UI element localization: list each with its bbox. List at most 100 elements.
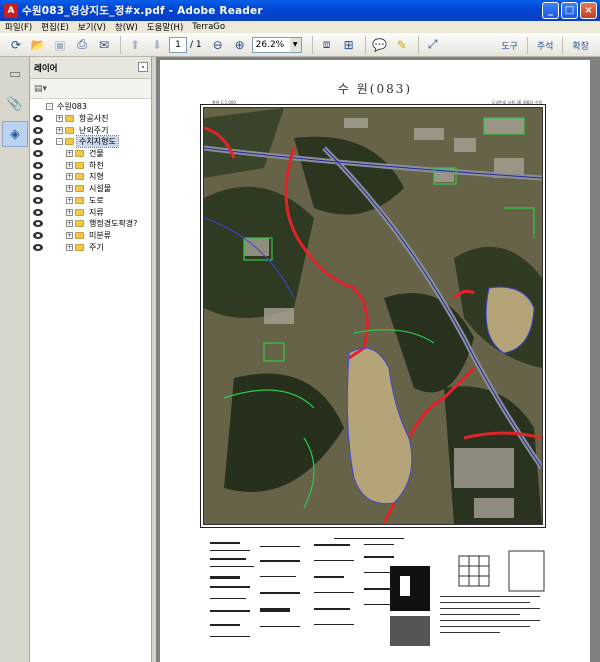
chevron-down-icon[interactable]: ▼ [289,37,301,52]
open-file-icon[interactable]: 📂 [28,35,48,55]
email-icon[interactable]: ✉ [94,35,114,55]
eye-icon[interactable] [33,115,43,123]
eye-icon[interactable] [33,220,43,228]
menu-view[interactable]: 보기(V) [78,21,106,33]
layer-item[interactable]: + 시설물 [30,183,151,195]
layer-label: 미분류 [89,230,112,240]
eye-icon[interactable] [33,196,43,204]
expander-icon[interactable]: - [46,103,53,111]
close-button[interactable]: × [580,2,597,19]
folder-icon [75,173,84,181]
layer-label: 수치지형도 [76,135,119,149]
eye-icon[interactable] [33,231,43,239]
layers-panel: 레이어 - ▤▾ - 수원083 + 항공사진 + 난외주기 - 수치지형도 + 건물 + 하천 + 지형… [30,57,152,662]
folder-icon [75,243,84,251]
layer-item[interactable]: + 미분류 [30,230,151,242]
layer-label: 행정경도팍경? [89,219,138,229]
highlight-icon[interactable]: ✎ [392,35,412,55]
menu-file[interactable]: 파일(F) [5,21,32,33]
next-page-icon[interactable]: ⬇ [147,35,167,55]
attachment-icon[interactable]: 📎 [2,91,28,117]
layer-label: 수원083 [57,102,87,112]
fit-page-icon[interactable]: ⧈ [317,35,337,55]
minimize-button[interactable]: _ [542,2,559,19]
window-title: 수원083_영상지도_정#x.pdf - Adobe Reader [22,5,263,17]
full-screen-icon[interactable]: ⤢ [423,35,443,55]
eye-icon[interactable] [33,150,43,158]
comments-button[interactable]: 주석 [534,37,557,54]
zoom-in-icon[interactable]: ⊕ [230,35,250,55]
options-menu-button[interactable]: ▤▾ [34,84,47,94]
previous-page-icon[interactable]: ⬆ [125,35,145,55]
eye-icon[interactable] [33,138,43,146]
create-pdf-icon[interactable]: ⟳ [6,35,26,55]
map-title: 수 원(083) [337,82,413,96]
pages-icon[interactable]: ▭ [2,61,28,87]
eye-icon[interactable] [33,208,43,216]
save-icon[interactable]: ▣ [50,35,70,55]
layer-label: 난외주기 [79,125,109,135]
title-bar: A 수원083_영상지도_정#x.pdf - Adobe Reader _ □ … [0,0,600,21]
zoom-value: 26.2% [255,39,285,50]
maximize-button[interactable]: □ [561,2,578,19]
layer-item[interactable]: + 지형 [30,171,151,183]
folder-icon [75,196,84,204]
eye-icon[interactable] [33,185,43,193]
expander-icon[interactable]: + [66,243,73,251]
expander-icon[interactable]: + [66,220,73,228]
layer-item[interactable]: + 하천 [30,159,151,171]
expander-icon[interactable]: + [66,208,73,216]
panel-collapse-button[interactable]: - [138,62,148,72]
layer-item[interactable]: + 건물 [30,148,151,160]
page-number-input[interactable]: 1 [169,36,187,53]
aerial-map-graphic [204,108,542,524]
expander-icon[interactable]: + [66,173,73,181]
layer-label: 시설물 [89,184,112,194]
layer-label: 항공사진 [79,114,109,124]
eye-icon[interactable] [33,243,43,251]
menu-edit[interactable]: 편집(E) [41,21,69,33]
extend-button[interactable]: 확장 [569,37,592,54]
layer-item[interactable]: + 도로 [30,195,151,207]
layer-item[interactable]: + 지류 [30,206,151,218]
expander-icon[interactable]: - [56,138,63,146]
expander-icon[interactable]: + [56,115,63,123]
pdf-page: 수 원(083) 축척 1:5,000 도엽번호 서울 36 (083) 수원 [160,60,590,662]
layers-icon[interactable]: ◈ [2,121,28,147]
panel-splitter[interactable] [152,57,156,662]
layer-item[interactable]: + 주기 [30,241,151,253]
expander-icon[interactable]: + [66,150,73,158]
adobe-reader-icon: A [4,3,18,18]
expander-icon[interactable]: + [66,196,73,204]
expander-icon[interactable]: + [66,185,73,193]
zoom-select[interactable]: 26.2% ▼ [251,36,302,53]
layer-item[interactable]: - 수원083 [30,101,151,113]
expander-icon[interactable]: + [56,126,63,134]
tools-button[interactable]: 도구 [498,37,521,54]
expander-icon[interactable]: + [66,231,73,239]
layer-item[interactable]: + 난외주기 [30,124,151,136]
folder-icon [65,115,74,123]
fit-width-icon[interactable]: ⊞ [339,35,359,55]
folder-icon [75,231,84,239]
layer-item[interactable]: + 항공사진 [30,113,151,125]
toolbar: ⟳ 📂 ▣ ⎙ ✉ ⬆ ⬇ 1 / 1 ⊖ ⊕ 26.2% ▼ ⧈ ⊞ 💬 ✎ … [0,33,600,57]
menu-window[interactable]: 창(W) [115,21,138,33]
eye-icon[interactable] [33,126,43,134]
folder-icon [75,150,84,158]
layer-label: 도로 [89,195,104,205]
menu-help[interactable]: 도움말(H) [147,21,183,33]
layer-label: 지형 [89,172,104,182]
zoom-out-icon[interactable]: ⊖ [208,35,228,55]
expander-icon[interactable]: + [66,161,73,169]
eye-icon[interactable] [33,173,43,181]
print-icon[interactable]: ⎙ [72,35,92,55]
page-total: / 1 [190,39,202,50]
menu-terrago[interactable]: TerraGo [192,22,225,32]
map-legend [204,536,550,651]
layer-item[interactable]: - 수치지형도 [30,135,151,149]
eye-icon[interactable] [33,161,43,169]
layer-item[interactable]: + 행정경도팍경? [30,218,151,230]
comment-icon[interactable]: 💬 [370,35,390,55]
layer-label: 하천 [89,160,104,170]
